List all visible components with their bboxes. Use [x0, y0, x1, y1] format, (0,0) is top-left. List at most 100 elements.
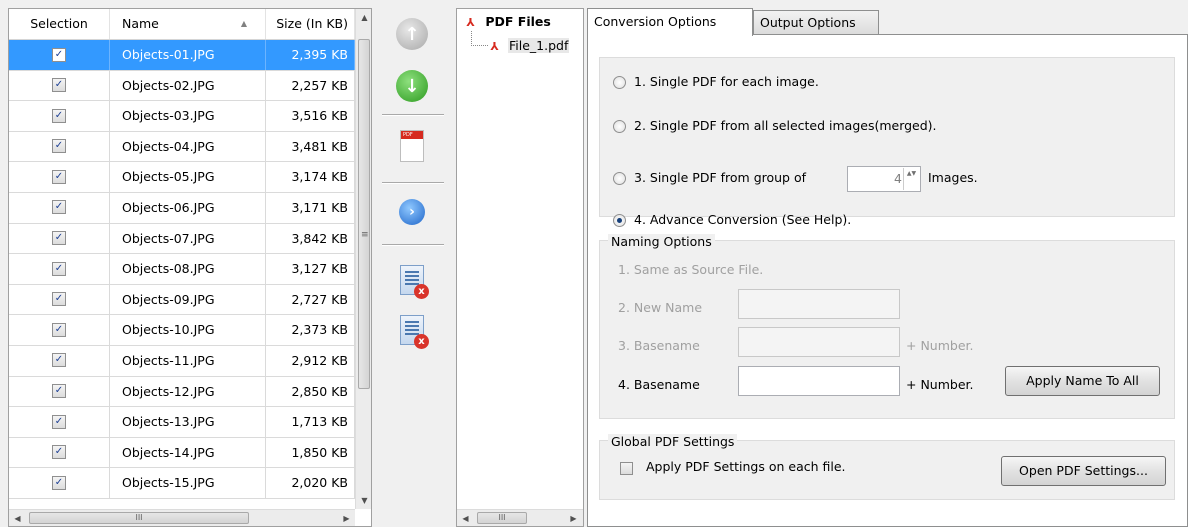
scroll-left-icon[interactable]: ◀: [457, 510, 474, 526]
column-header-name[interactable]: Name ▲: [110, 9, 266, 39]
remove-selected-button[interactable]: x: [392, 260, 432, 300]
basename-field-disabled[interactable]: [738, 327, 900, 357]
row-selection-cell: ✓: [9, 345, 110, 376]
apply-pdf-settings-checkbox[interactable]: [620, 462, 633, 475]
table-row[interactable]: ✓ Objects-03.JPG 3,516 KB: [9, 101, 355, 132]
action-toolbar: ↑ ↓ PDF › x x: [378, 8, 450, 527]
grid-horizontal-scrollbar[interactable]: ◀ III ▶: [9, 509, 355, 526]
radio-single-pdf-each[interactable]: [613, 76, 626, 89]
table-row[interactable]: ✓ Objects-12.JPG 2,850 KB: [9, 376, 355, 408]
remove-x-icon: x: [414, 334, 429, 349]
table-row[interactable]: ✓ Objects-06.JPG 3,171 KB: [9, 192, 355, 224]
table-row[interactable]: ✓ Objects-09.JPG 2,727 KB: [9, 284, 355, 316]
table-row[interactable]: ✓ Objects-08.JPG 3,127 KB: [9, 254, 355, 285]
table-row[interactable]: ✓ Objects-04.JPG 3,481 KB: [9, 131, 355, 163]
grid-header: Selection Name ▲ Size (In KB): [9, 9, 355, 40]
tab-conversion-options[interactable]: Conversion Options: [587, 8, 753, 36]
tree-root-pdf-files[interactable]: ⅄ PDF Files: [465, 14, 551, 29]
row-size-cell: 3,174 KB: [266, 162, 355, 192]
option-single-pdf-merged-label[interactable]: 2. Single PDF from all selected images(m…: [634, 118, 937, 133]
tree-horizontal-scroll-thumb[interactable]: III: [477, 512, 527, 524]
table-row[interactable]: ✓ Objects-05.JPG 3,174 KB: [9, 162, 355, 193]
table-row[interactable]: ✓ Objects-11.JPG 2,912 KB: [9, 345, 355, 377]
row-checkbox[interactable]: ✓: [52, 108, 66, 123]
row-checkbox[interactable]: ✓: [52, 78, 66, 93]
row-selection-cell: ✓: [9, 131, 110, 162]
option-single-pdf-group-label[interactable]: 3. Single PDF from group of: [634, 170, 806, 185]
table-row[interactable]: ✓ Objects-13.JPG 1,713 KB: [9, 407, 355, 438]
naming-basename-active-label: 4. Basename: [618, 377, 700, 392]
row-checkbox[interactable]: ✓: [52, 261, 66, 276]
row-checkbox[interactable]: ✓: [52, 322, 66, 337]
column-header-selection[interactable]: Selection: [9, 9, 110, 39]
table-row[interactable]: ✓ Objects-01.JPG 2,395 KB: [9, 40, 355, 71]
row-checkbox[interactable]: ✓: [52, 169, 66, 184]
option-single-pdf-each-label[interactable]: 1. Single PDF for each image.: [634, 74, 819, 89]
move-down-button[interactable]: ↓: [392, 66, 432, 106]
group-size-value: 4: [894, 171, 902, 186]
row-size-cell: 1,713 KB: [266, 407, 355, 437]
next-button[interactable]: ›: [392, 192, 432, 232]
move-up-button[interactable]: ↑: [392, 14, 432, 54]
row-selection-cell: ✓: [9, 40, 110, 70]
row-checkbox[interactable]: ✓: [52, 292, 66, 307]
row-checkbox[interactable]: ✓: [52, 384, 66, 399]
row-name-cell: Objects-14.JPG: [110, 437, 266, 468]
table-row[interactable]: ✓ Objects-15.JPG 2,020 KB: [9, 468, 355, 499]
scroll-down-icon[interactable]: ▼: [356, 492, 371, 509]
grid-horizontal-scroll-thumb[interactable]: III: [29, 512, 249, 524]
radio-advance-conversion[interactable]: [613, 214, 626, 227]
new-name-field[interactable]: [738, 289, 900, 319]
row-selection-cell: ✓: [9, 407, 110, 437]
row-name-cell: Objects-10.JPG: [110, 315, 266, 345]
column-header-size[interactable]: Size (In KB): [266, 9, 355, 39]
row-name-cell: Objects-13.JPG: [110, 407, 266, 437]
apply-pdf-settings-label[interactable]: Apply PDF Settings on each file.: [646, 459, 846, 474]
row-checkbox[interactable]: ✓: [52, 231, 66, 246]
row-checkbox[interactable]: ✓: [52, 445, 66, 460]
row-selection-cell: ✓: [9, 162, 110, 192]
toolbar-separator: [382, 114, 444, 116]
row-size-cell: 3,171 KB: [266, 192, 355, 223]
tree-item-file[interactable]: ⅄ File_1.pdf: [489, 38, 570, 53]
table-row[interactable]: ✓ Objects-02.JPG 2,257 KB: [9, 70, 355, 102]
row-name-cell: Objects-06.JPG: [110, 192, 266, 223]
table-row[interactable]: ✓ Objects-10.JPG 2,373 KB: [9, 315, 355, 346]
apply-name-to-all-button[interactable]: Apply Name To All: [1005, 366, 1160, 396]
open-pdf-settings-button[interactable]: Open PDF Settings...: [1001, 456, 1166, 486]
row-checkbox[interactable]: ✓: [52, 353, 66, 368]
radio-single-pdf-group[interactable]: [613, 172, 626, 185]
naming-options-title: Naming Options: [608, 234, 715, 249]
row-checkbox[interactable]: ✓: [52, 414, 66, 429]
row-checkbox[interactable]: ✓: [52, 47, 66, 62]
group-size-stepper[interactable]: 4 ▲▼: [847, 166, 921, 192]
row-checkbox[interactable]: ✓: [52, 139, 66, 154]
image-file-grid: Selection Name ▲ Size (In KB) ✓ Objects-0…: [8, 8, 372, 527]
pdf-band-label: PDF: [401, 131, 423, 139]
tree-connector-line: [471, 31, 488, 46]
scroll-up-icon[interactable]: ▲: [356, 9, 371, 26]
option-advance-conversion-label[interactable]: 4. Advance Conversion (See Help).: [634, 212, 851, 227]
scroll-left-icon[interactable]: ◀: [9, 510, 26, 526]
row-selection-cell: ✓: [9, 284, 110, 315]
scroll-right-icon[interactable]: ▶: [565, 510, 582, 526]
row-name-cell: Objects-11.JPG: [110, 345, 266, 376]
table-row[interactable]: ✓ Objects-07.JPG 3,842 KB: [9, 223, 355, 255]
tree-horizontal-scrollbar[interactable]: ◀ III ▶: [457, 509, 583, 526]
radio-single-pdf-merged[interactable]: [613, 120, 626, 133]
remove-all-button[interactable]: x: [392, 310, 432, 350]
row-selection-cell: ✓: [9, 192, 110, 223]
scroll-right-icon[interactable]: ▶: [338, 510, 355, 526]
row-size-cell: 1,850 KB: [266, 437, 355, 468]
remove-list-icon: x: [400, 265, 429, 299]
row-checkbox[interactable]: ✓: [52, 200, 66, 215]
tab-output-options[interactable]: Output Options: [753, 10, 879, 34]
create-pdf-button[interactable]: PDF: [392, 126, 432, 166]
basename-field[interactable]: [738, 366, 900, 396]
table-row[interactable]: ✓ Objects-14.JPG 1,850 KB: [9, 437, 355, 469]
grid-vertical-scroll-thumb[interactable]: ≡: [358, 39, 370, 389]
row-checkbox[interactable]: ✓: [52, 475, 66, 490]
grid-vertical-scrollbar[interactable]: ▲ ≡ ▼: [355, 9, 371, 509]
stepper-arrows-icon[interactable]: ▲▼: [903, 168, 919, 190]
sort-ascending-icon: ▲: [240, 19, 247, 28]
